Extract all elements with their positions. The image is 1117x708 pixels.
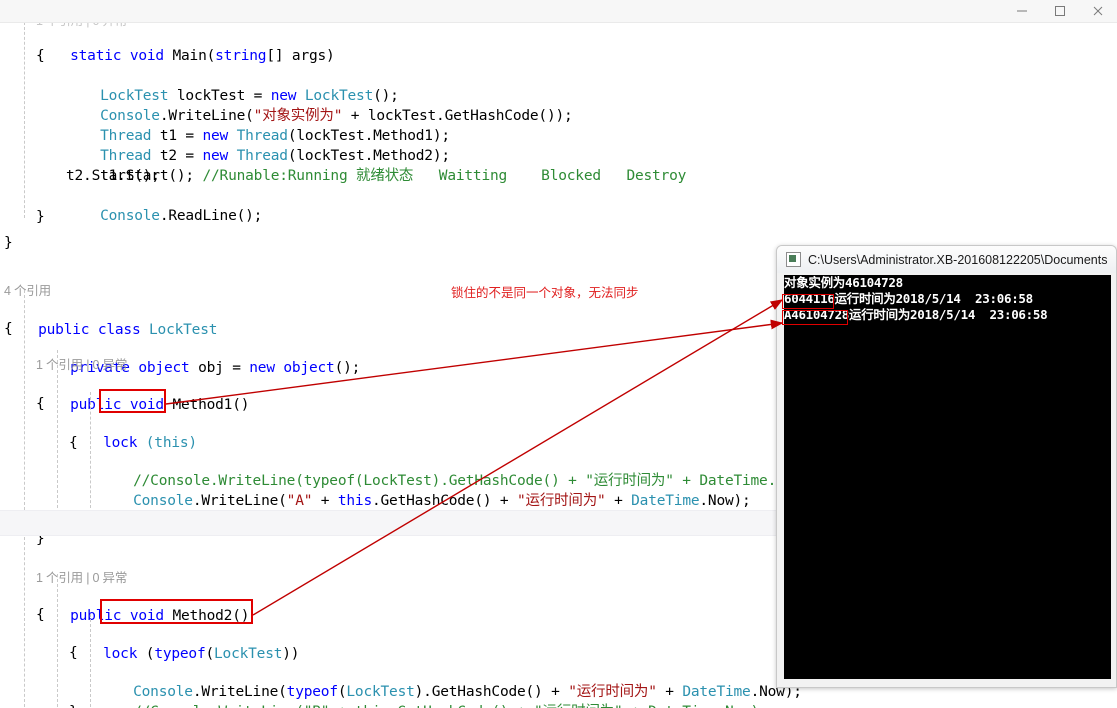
maximize-icon — [1055, 6, 1065, 16]
console-line: 对象实例为46104728 — [784, 275, 903, 290]
lock-this-box — [99, 389, 166, 413]
window-title-bar — [0, 0, 1117, 23]
code-line: { — [4, 321, 13, 337]
console-line2-box — [782, 294, 834, 309]
indent-guide — [90, 392, 91, 508]
indent-guide — [24, 537, 25, 707]
code-line: } — [69, 702, 78, 708]
code-reference-lens[interactable]: 4 个引用 — [4, 281, 51, 301]
code-reference-lens[interactable]: 1 个引用 | 0 异常 — [36, 355, 127, 375]
console-line3-box — [782, 310, 848, 325]
code-line: } — [36, 209, 45, 225]
minimize-icon — [1017, 10, 1027, 12]
code-line: t2.Start(); — [66, 168, 160, 184]
code-line: Console.ReadLine(); — [100, 208, 263, 224]
keyword-string: string — [215, 48, 267, 64]
console-output-area: 对象实例为46104728 6044116运行时间为2018/5/14 23:0… — [784, 275, 1111, 679]
indent-guide — [90, 614, 91, 707]
code-line: { — [36, 396, 45, 412]
keyword-typeof: typeof — [154, 646, 206, 662]
close-icon — [1093, 6, 1103, 16]
indent-guide — [24, 290, 25, 510]
code-line: { — [69, 435, 78, 451]
keyword-void: void — [129, 48, 164, 64]
code-line: { — [69, 645, 78, 661]
maximize-button[interactable] — [1041, 0, 1079, 22]
indent-guide — [24, 22, 25, 218]
indent-guide — [57, 350, 58, 508]
lock-this-argument: (this) — [145, 435, 197, 451]
code-line: } — [4, 235, 13, 251]
code-line: { — [36, 48, 45, 64]
code-reference-lens[interactable]: 1 个引用 | 0 异常 — [36, 568, 127, 588]
keyword-class: class — [97, 322, 141, 338]
annotation-note: 锁住的不是同一个对象，无法同步 — [451, 286, 639, 300]
keyword-static: static — [70, 48, 122, 64]
minimize-button[interactable] — [1003, 0, 1041, 22]
close-button[interactable] — [1079, 0, 1117, 22]
console-title-bar[interactable]: C:\Users\Administrator.XB-201608122205\D… — [777, 246, 1116, 273]
lock-typeof-box — [100, 599, 253, 624]
keyword-this: this — [337, 493, 372, 509]
indent-guide — [57, 574, 58, 707]
console-title-text: C:\Users\Administrator.XB-201608122205\D… — [808, 252, 1108, 267]
console-window-icon — [786, 252, 801, 267]
keyword-public: public — [38, 322, 90, 338]
code-line: { — [36, 607, 45, 623]
code-line: //Console.WriteLine("B" + this.GetHashCo… — [99, 682, 768, 708]
keyword-lock: lock — [103, 435, 138, 451]
